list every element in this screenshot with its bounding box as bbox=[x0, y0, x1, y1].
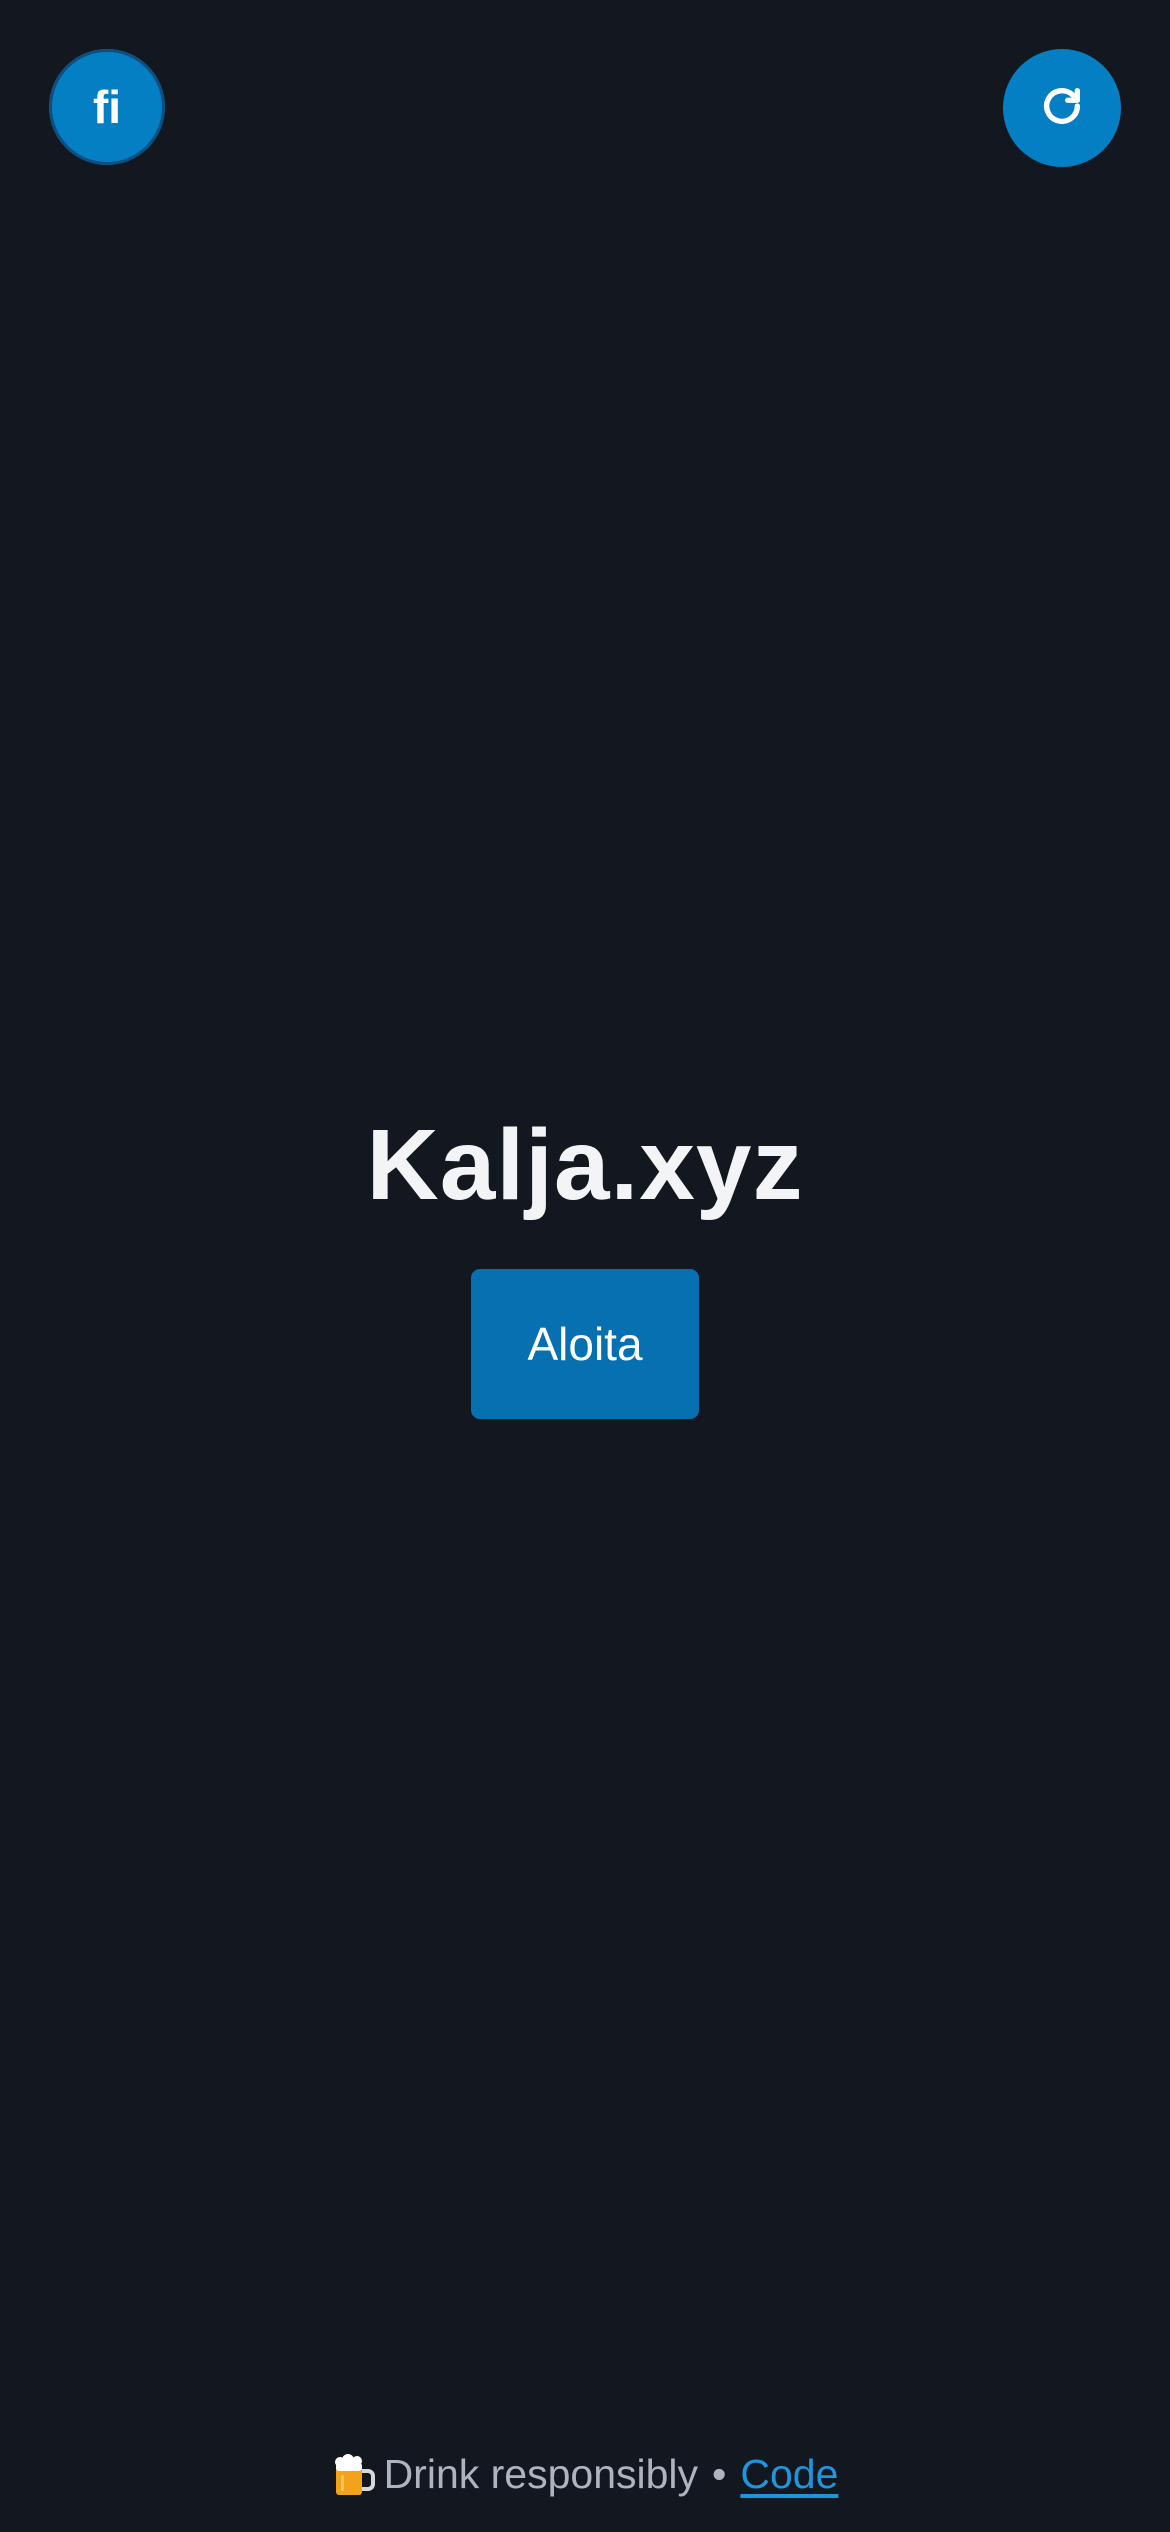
refresh-button[interactable] bbox=[1003, 49, 1121, 167]
language-label: fi bbox=[92, 81, 122, 133]
drink-responsibly-text: Drink responsibly bbox=[383, 2450, 699, 2497]
page: fi Kalja.xyz Aloita Drink responsibly • … bbox=[0, 0, 1170, 2532]
start-button-label: Aloita bbox=[527, 1318, 643, 1370]
footer-separator: • bbox=[712, 2450, 727, 2497]
page-title: Kalja.xyz bbox=[366, 1109, 804, 1221]
footer: Drink responsibly • Code bbox=[0, 2444, 1170, 2504]
start-button[interactable]: Aloita bbox=[471, 1269, 699, 1419]
refresh-icon bbox=[1039, 83, 1085, 134]
beer-mug-icon bbox=[332, 2453, 375, 2495]
language-button[interactable]: fi bbox=[49, 49, 165, 165]
code-link[interactable]: Code bbox=[740, 2451, 838, 2498]
